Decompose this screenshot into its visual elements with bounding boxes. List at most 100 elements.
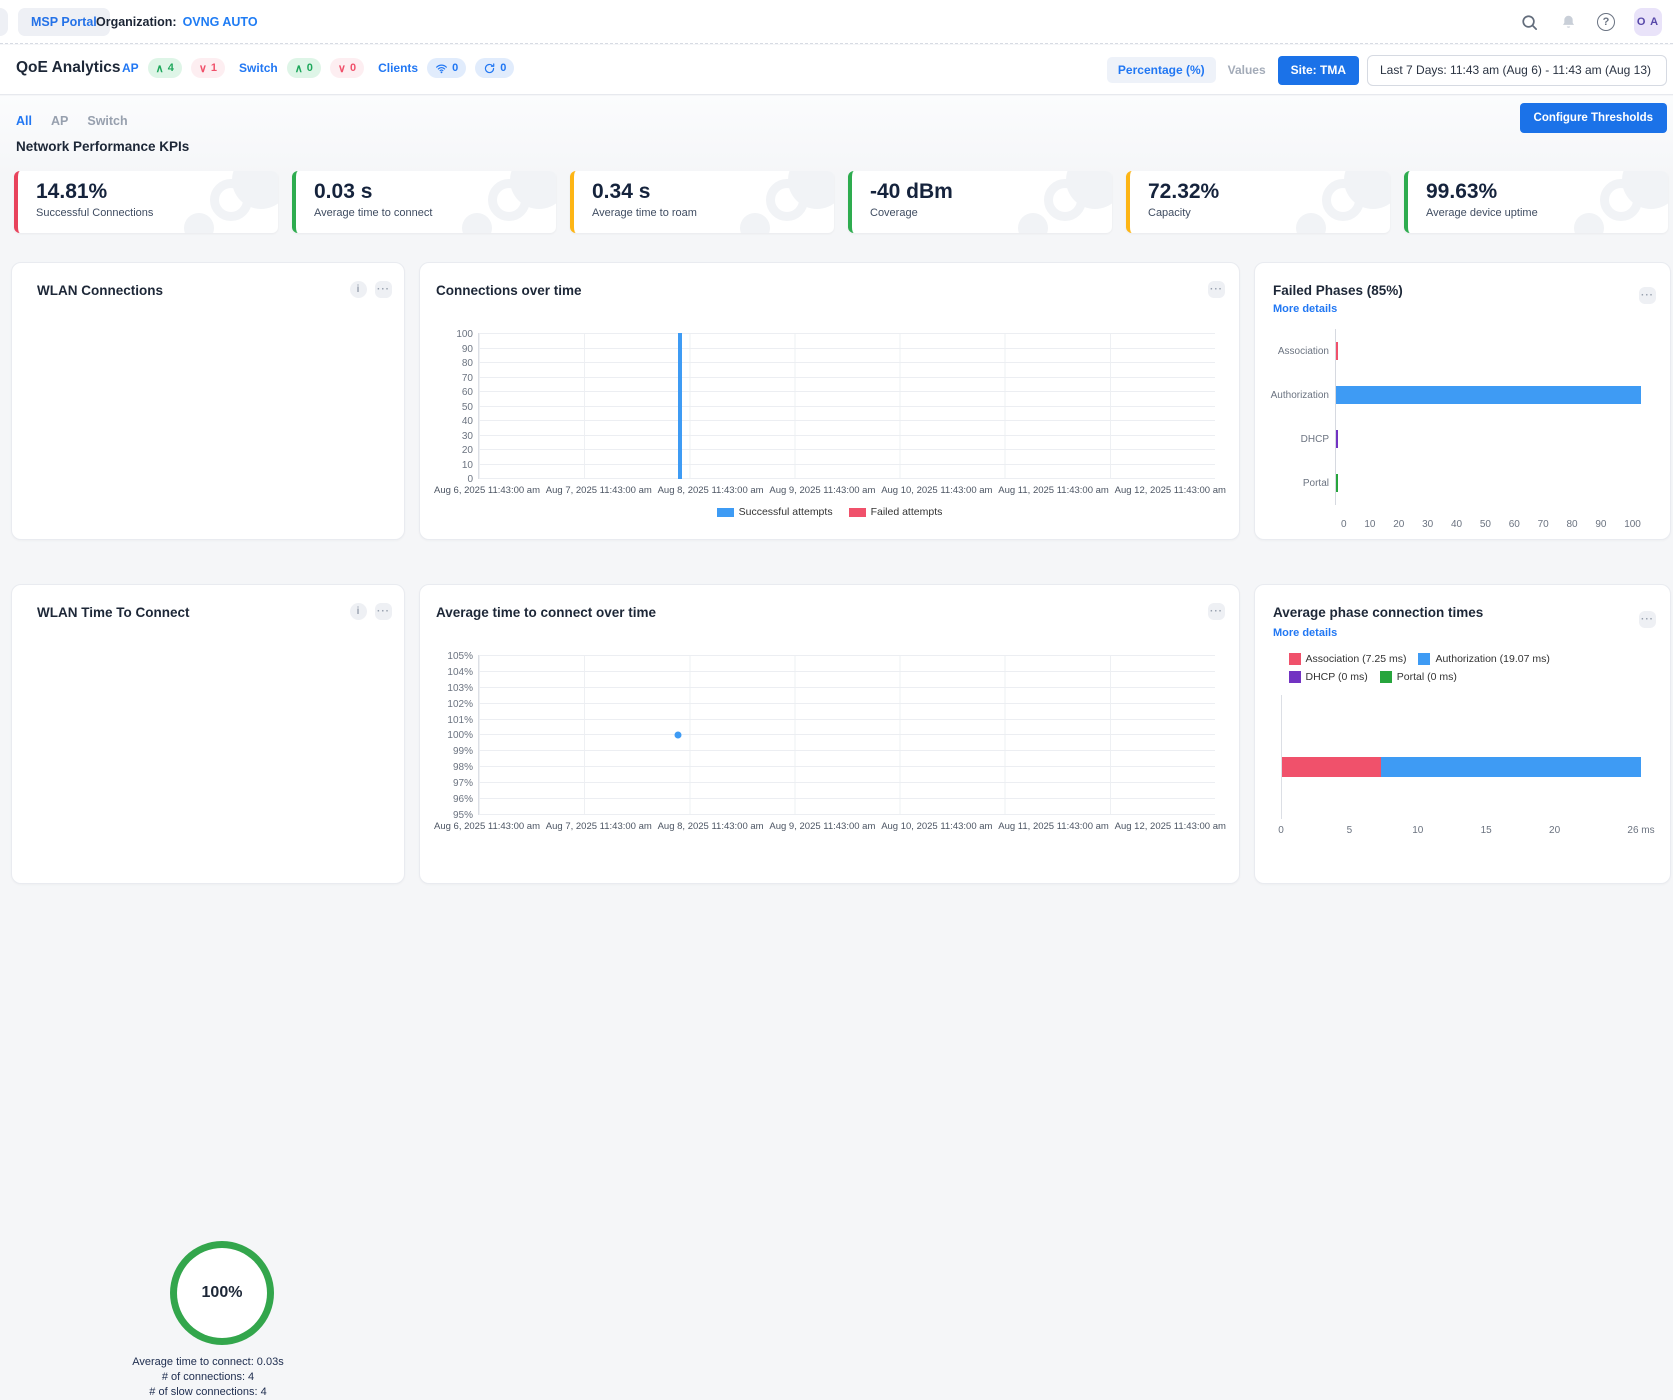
configure-thresholds-button[interactable]: Configure Thresholds (1520, 103, 1667, 133)
x-axis-tick: 50 (1480, 519, 1491, 530)
gridline: 30 (479, 435, 1215, 436)
x-axis-tick: 20 (1393, 519, 1404, 530)
time-to-connect-donut: 100% (170, 1241, 274, 1345)
phase-bar (1336, 430, 1338, 448)
legend-item[interactable]: DHCP (0 ms) (1289, 671, 1368, 683)
x-axis-tick: Aug 7, 2025 11:43:00 am (546, 485, 652, 496)
kpi-value: -40 dBm (870, 180, 1098, 204)
more-menu-icon[interactable]: ··· (375, 281, 392, 298)
notifications-bell-icon[interactable] (1558, 12, 1578, 32)
tab-switch[interactable]: Switch (87, 114, 127, 128)
scope-tabs: All AP Switch (16, 114, 128, 128)
wlan-connections-card: WLAN Connections i ··· 14.81% Successful… (11, 262, 405, 540)
x-axis-tick: 80 (1566, 519, 1577, 530)
gridline: 20 (479, 449, 1215, 450)
failed-phases-chart: Association Authorization DHCP P (1255, 329, 1641, 505)
legend-item[interactable]: Authorization (19.07 ms) (1418, 653, 1549, 665)
content-background (0, 96, 1673, 176)
phase-label: Portal (1255, 478, 1335, 489)
y-axis-tick: 0 (435, 474, 473, 485)
y-axis-tick: 40 (435, 416, 473, 427)
top-bar: MSP Portal Organization:OVNG AUTO ? O A (0, 0, 1673, 44)
x-axis-tick: Aug 11, 2025 11:43:00 am (998, 821, 1109, 832)
legend-item[interactable]: Portal (0 ms) (1380, 671, 1457, 683)
y-axis-tick: 97% (435, 778, 473, 789)
x-axis-tick: Aug 6, 2025 11:43:00 am (434, 821, 540, 832)
more-details-link[interactable]: More details (1273, 627, 1337, 639)
info-icon[interactable]: i (350, 281, 367, 298)
data-point (674, 732, 681, 739)
legend-item[interactable]: Successful attempts (717, 506, 833, 518)
kpi-card: 99.63% Average device uptime (1404, 171, 1668, 233)
more-menu-icon[interactable]: ··· (1208, 281, 1225, 298)
legend-item[interactable]: Failed attempts (849, 506, 943, 518)
kpi-card: 0.03 s Average time to connect (292, 171, 556, 233)
gridline: 50 (479, 406, 1215, 407)
switch-label: Switch (239, 61, 278, 75)
card-title: Connections over time (436, 283, 582, 298)
chart-legend: Association (7.25 ms) Authorization (19.0… (1289, 653, 1637, 683)
date-range-input[interactable] (1367, 55, 1667, 86)
y-axis-tick: 20 (435, 445, 473, 456)
clients-wifi-badge: 0 (427, 58, 466, 78)
y-axis-tick: 105% (435, 651, 473, 662)
legend-swatch (1418, 653, 1430, 665)
switch-up-badge: ∧0 (287, 58, 321, 78)
more-menu-icon[interactable]: ··· (375, 603, 392, 620)
organization-breadcrumb: Organization:OVNG AUTO (96, 15, 258, 29)
kpi-section-title: Network Performance KPIs (16, 139, 189, 154)
help-icon[interactable]: ? (1597, 13, 1615, 31)
kpi-value: 72.32% (1148, 180, 1376, 204)
partial-menu-button[interactable] (0, 8, 8, 36)
kpi-label: Capacity (1148, 207, 1376, 219)
x-axis-tick: 60 (1509, 519, 1520, 530)
failed-phases-card: Failed Phases (85%) More details ··· Ass… (1254, 262, 1671, 540)
more-details-link[interactable]: More details (1273, 303, 1337, 315)
toggle-percentage-button[interactable]: Percentage (%) (1107, 57, 1216, 83)
kpi-value: 0.34 s (592, 180, 820, 204)
x-axis-tick: Aug 12, 2025 11:43:00 am (1115, 821, 1226, 832)
kpi-label: Average time to connect (314, 207, 542, 219)
phase-bar-track (1335, 373, 1641, 417)
legend-item[interactable]: Association (7.25 ms) (1289, 653, 1407, 665)
kpi-card: 0.34 s Average time to roam (570, 171, 834, 233)
site-selector-button[interactable]: Site: TMA (1278, 56, 1359, 85)
kpi-value: 14.81% (36, 180, 264, 204)
avg-phase-times-card: Average phase connection times More deta… (1254, 584, 1671, 884)
avatar[interactable]: O A (1634, 8, 1662, 36)
y-axis-tick: 100% (435, 730, 473, 741)
card-title: Average phase connection times (1273, 605, 1483, 620)
legend-label: DHCP (0 ms) (1306, 671, 1368, 683)
wifi-icon (435, 62, 448, 75)
tab-all[interactable]: All (16, 114, 32, 128)
arrow-up-icon: ∧ (295, 62, 303, 75)
gridline: 96% (479, 798, 1215, 799)
more-menu-icon[interactable]: ··· (1639, 287, 1656, 304)
phase-label: Association (1255, 346, 1335, 357)
connections-chart-plot: 1009080706050403020100 (478, 333, 1215, 479)
kpi-label: Successful Connections (36, 207, 264, 219)
legend-swatch (1289, 653, 1301, 665)
more-menu-icon[interactable]: ··· (1208, 603, 1225, 620)
kpi-value: 99.63% (1426, 180, 1654, 204)
x-axis-tick: Aug 11, 2025 11:43:00 am (998, 485, 1109, 496)
toggle-values-button[interactable]: Values (1224, 63, 1270, 77)
x-axis-labels: 0510152026 ms (1281, 825, 1641, 839)
legend-swatch (1380, 671, 1392, 683)
legend-swatch (1289, 671, 1301, 683)
more-menu-icon[interactable]: ··· (1639, 611, 1656, 628)
gridline: 80 (479, 362, 1215, 363)
ap-up-badge: ∧4 (148, 58, 182, 78)
legend-swatch (717, 508, 734, 517)
page-title: QoE Analytics (16, 59, 121, 77)
search-icon[interactable] (1519, 12, 1539, 32)
info-icon[interactable]: i (350, 603, 367, 620)
arrow-down-icon: ∨ (199, 62, 207, 75)
tab-ap[interactable]: AP (51, 114, 68, 128)
organization-link[interactable]: OVNG AUTO (183, 15, 258, 29)
roaming-clients-icon (483, 62, 496, 75)
donut-detail-line: Average time to connect: 0.03s (12, 1355, 404, 1370)
topbar-actions: ? O A (1519, 0, 1662, 44)
x-axis-tick: 26 ms (1627, 825, 1654, 836)
card-title: WLAN Connections (37, 283, 163, 298)
